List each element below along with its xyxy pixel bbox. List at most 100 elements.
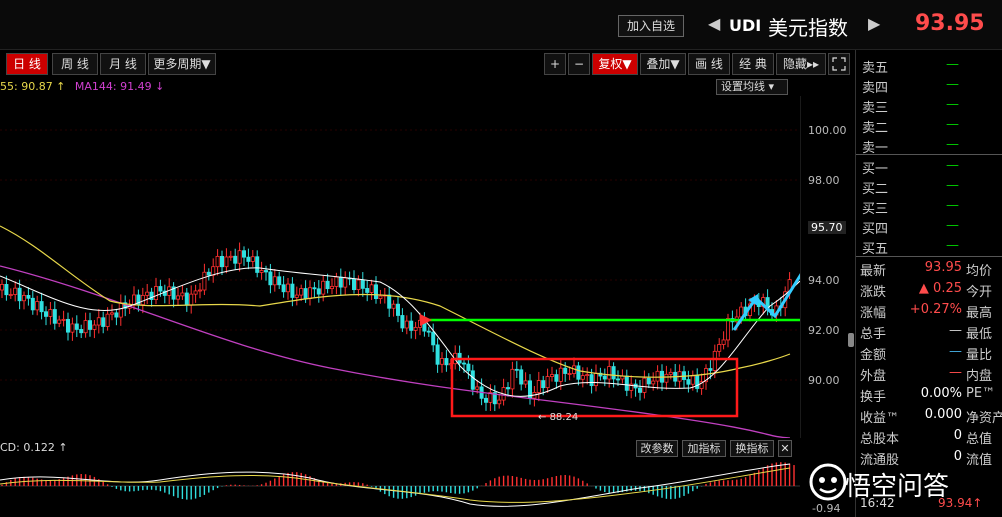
candle-body bbox=[373, 284, 378, 300]
adjust-button[interactable]: 复权▼ bbox=[592, 53, 638, 75]
candle-body bbox=[426, 330, 431, 333]
candle-body bbox=[360, 279, 365, 289]
candle-body bbox=[263, 270, 268, 273]
macd-dif-line bbox=[0, 463, 791, 507]
symbol-code: UDI bbox=[729, 16, 762, 35]
candle-body bbox=[197, 289, 202, 292]
tab-more-periods[interactable]: 更多周期▼ bbox=[148, 53, 216, 75]
candle-body bbox=[558, 367, 563, 382]
candle-body bbox=[404, 320, 409, 329]
candle-body bbox=[409, 320, 414, 331]
low-value: 88.24 bbox=[549, 412, 579, 423]
candle-body bbox=[241, 250, 246, 258]
switch-indicator-button[interactable]: 换指标 bbox=[730, 440, 774, 457]
candle-body bbox=[39, 301, 44, 313]
y-tick-label: 94.00 bbox=[808, 274, 840, 287]
candle-body bbox=[277, 276, 282, 286]
ma144-line bbox=[0, 265, 791, 438]
ma-legend: 55: 90.87 ↑ MA144: 91.49 ↓ bbox=[0, 80, 164, 93]
ma-a-value: 55: 90.87 ↑ bbox=[0, 80, 66, 93]
ma144-value: MA144: 91.49 ↓ bbox=[74, 80, 165, 93]
candle-body bbox=[312, 287, 317, 290]
candle-body bbox=[541, 380, 546, 389]
candle-body bbox=[343, 277, 348, 288]
orderbook-row: 买四 — bbox=[862, 218, 959, 237]
candle-body bbox=[668, 371, 673, 375]
candle-body bbox=[175, 295, 180, 300]
macd-chart[interactable] bbox=[0, 458, 800, 517]
tab-daily[interactable]: 日 线 bbox=[6, 53, 48, 75]
candle-body bbox=[57, 319, 62, 324]
candle-body bbox=[105, 313, 110, 327]
candle-body bbox=[70, 323, 75, 333]
candle-body bbox=[387, 294, 392, 309]
footer-price: 93.94↑ bbox=[938, 496, 983, 510]
candle-body bbox=[483, 397, 488, 403]
candle-body bbox=[567, 373, 572, 375]
candle-body bbox=[281, 284, 286, 293]
add-watchlist-button[interactable]: 加入自选 bbox=[618, 15, 684, 37]
candle-body bbox=[0, 284, 4, 291]
candle-body bbox=[510, 368, 515, 390]
candle-body bbox=[395, 303, 400, 316]
candle-body bbox=[519, 369, 524, 385]
quote-row: 最新 93.95 均价 bbox=[860, 260, 993, 279]
candle-body bbox=[708, 368, 713, 371]
draw-button[interactable]: 画 线 bbox=[688, 53, 730, 75]
candle-body bbox=[233, 255, 238, 264]
candle-body bbox=[351, 278, 356, 291]
candle-body bbox=[646, 377, 651, 385]
candle-body bbox=[475, 386, 480, 390]
candle-body bbox=[470, 370, 475, 390]
candle-body bbox=[189, 293, 194, 306]
candle-body bbox=[536, 380, 541, 393]
candle-body bbox=[505, 387, 510, 390]
candle-body bbox=[140, 295, 145, 305]
candle-body bbox=[721, 339, 726, 345]
candle-body bbox=[17, 287, 22, 302]
candle-body bbox=[255, 256, 260, 273]
candle-body bbox=[4, 284, 9, 296]
quote-row: 涨跌 ▲ 0.25 今开 bbox=[860, 281, 993, 300]
next-symbol-icon[interactable]: ▶ bbox=[868, 14, 880, 33]
candle-body bbox=[79, 329, 84, 334]
quote-row: 换手 0.00% PE™ bbox=[860, 386, 996, 405]
macd-value: CD: 0.122 ↑ bbox=[0, 441, 68, 454]
candle-body bbox=[35, 301, 40, 311]
fullscreen-button[interactable] bbox=[828, 53, 850, 75]
edit-params-button[interactable]: 改参数 bbox=[636, 440, 678, 457]
candle-body bbox=[321, 280, 326, 295]
orderbook-row: 卖五 — bbox=[862, 57, 959, 76]
candle-body bbox=[563, 367, 568, 374]
candle-body bbox=[44, 311, 49, 317]
candle-body bbox=[607, 366, 612, 380]
close-indicator-button[interactable]: ✕ bbox=[778, 440, 792, 457]
candle-body bbox=[193, 290, 198, 295]
classic-button[interactable]: 经 典 bbox=[732, 53, 774, 75]
candle-body bbox=[290, 283, 295, 298]
zoom-out-button[interactable]: − bbox=[568, 53, 590, 75]
orderbook-row: 买三 — bbox=[862, 198, 959, 217]
last-price: 93.95 bbox=[915, 11, 985, 36]
candle-body bbox=[272, 276, 277, 286]
prev-symbol-icon[interactable]: ◀ bbox=[708, 14, 720, 33]
fullscreen-icon bbox=[832, 57, 846, 71]
hide-button[interactable]: 隐藏▸▸ bbox=[776, 53, 826, 75]
candle-body bbox=[307, 287, 312, 299]
candle-body bbox=[118, 302, 123, 318]
overlay-button[interactable]: 叠加▼ bbox=[640, 53, 686, 75]
candle-body bbox=[303, 288, 308, 299]
zoom-in-button[interactable]: + bbox=[544, 53, 566, 75]
panel-collapse-handle[interactable] bbox=[848, 333, 854, 347]
low-annotation: ← 88.24 bbox=[538, 412, 579, 423]
symbol-name: 美元指数 bbox=[768, 16, 848, 40]
add-indicator-button[interactable]: 加指标 bbox=[682, 440, 726, 457]
candle-body bbox=[616, 378, 621, 381]
tab-monthly[interactable]: 月 线 bbox=[100, 53, 146, 75]
orderbook-row: 买五 — bbox=[862, 238, 959, 257]
footer-time: 16:42 bbox=[860, 496, 895, 510]
candlestick-chart[interactable] bbox=[0, 96, 800, 438]
tab-weekly[interactable]: 周 线 bbox=[52, 53, 98, 75]
set-ma-button[interactable]: 设置均线 ▾ bbox=[716, 79, 788, 95]
candle-body bbox=[444, 358, 449, 366]
